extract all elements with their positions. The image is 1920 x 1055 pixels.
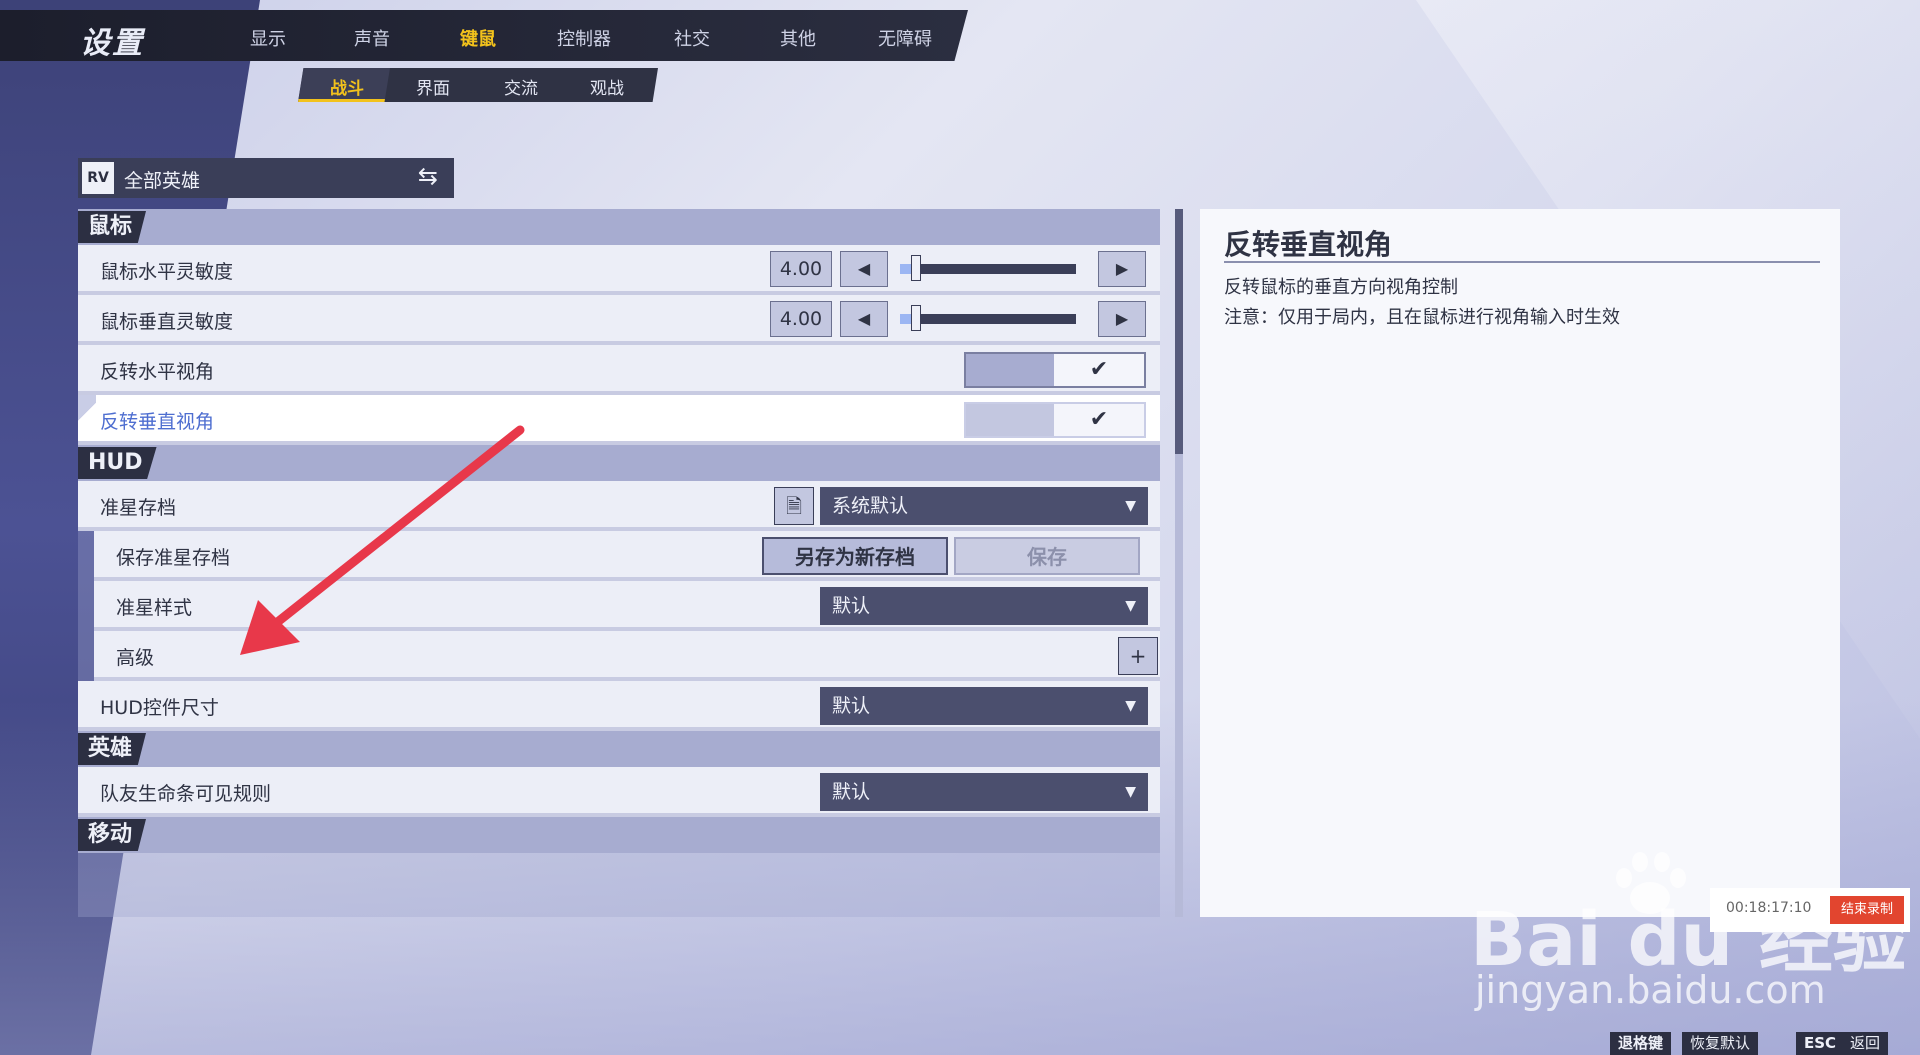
invert-vertical-toggle[interactable]: ✔ [964, 402, 1146, 438]
expand-plus-icon[interactable]: + [1118, 637, 1158, 675]
setting-label: HUD控件尺寸 [100, 697, 219, 719]
setting-row-advanced: 高级 + [94, 631, 1160, 681]
h-sensitivity-increase-button[interactable]: ▶ [1098, 251, 1146, 287]
v-sensitivity-slider[interactable] [900, 305, 1076, 331]
setting-row-mouse-v-sensitivity: 鼠标垂直灵敏度 4.00 ◀ ▶ [78, 295, 1160, 345]
dropdown-value: 默认 [832, 695, 871, 717]
setting-label: 鼠标水平灵敏度 [100, 261, 234, 283]
subtab-communication[interactable]: 交流 [504, 74, 538, 99]
back-button[interactable]: 返回 [1842, 1032, 1889, 1055]
setting-row-crosshair-profile: 准星存档 🗎 系统默认 ▼ [78, 481, 1160, 531]
setting-row-teammate-hp: 队友生命条可见规则 默认 ▼ [78, 767, 1160, 817]
crosshair-style-dropdown[interactable]: 默认 ▼ [820, 587, 1148, 625]
setting-row-invert-horizontal: 反转水平视角 ✔ [78, 345, 1160, 395]
setting-label: 保存准星存档 [116, 547, 231, 569]
key-hint-backspace: 退格键 [1610, 1032, 1672, 1055]
divider [1224, 261, 1820, 263]
tab-accessibility[interactable]: 无障碍 [878, 25, 932, 51]
subtab-spectate[interactable]: 观战 [590, 74, 624, 99]
v-sensitivity-increase-button[interactable]: ▶ [1098, 301, 1146, 337]
dropdown-value: 默认 [832, 595, 871, 617]
section-header-move: 移动 [78, 817, 1160, 853]
slider-fill [900, 264, 911, 274]
h-sensitivity-slider[interactable] [900, 255, 1076, 281]
tab-other[interactable]: 其他 [780, 25, 816, 51]
top-nav-bar: 设置 显示 声音 键鼠 控制器 社交 其他 无障碍 [0, 10, 968, 61]
chevron-down-icon: ▼ [1125, 498, 1136, 514]
settings-scrollbar[interactable] [1175, 209, 1183, 917]
swap-icon[interactable]: ⇆ [418, 162, 438, 190]
bottom-hint-bar: 退格键 恢复默认 ESC 返回 [1610, 1030, 1920, 1055]
section-title: 英雄 [78, 733, 147, 765]
save-as-new-button[interactable]: 另存为新存档 [762, 537, 948, 575]
tab-sound[interactable]: 声音 [354, 25, 390, 51]
slider-handle[interactable] [911, 305, 921, 331]
setting-label: 队友生命条可见规则 [100, 783, 272, 805]
chevron-down-icon: ▼ [1125, 598, 1136, 614]
subtab-interface[interactable]: 界面 [416, 74, 450, 99]
watermark-url: jingyan.baidu.com [1475, 968, 1826, 1012]
restore-default-button[interactable]: 恢复默认 [1682, 1032, 1759, 1055]
recording-time: 00:18:17:10 [1726, 900, 1812, 916]
h-sensitivity-value-input[interactable]: 4.00 [770, 251, 832, 287]
tab-display[interactable]: 显示 [250, 25, 286, 51]
description-text: 反转鼠标的垂直方向视角控制 [1224, 277, 1458, 298]
key-hint-esc: ESC [1796, 1032, 1845, 1055]
tab-controller[interactable]: 控制器 [557, 25, 611, 51]
chevron-down-icon: ▼ [1125, 784, 1136, 800]
setting-row-hud-size: HUD控件尺寸 默认 ▼ [78, 681, 1160, 731]
stop-recording-button[interactable]: 结束录制 [1830, 896, 1904, 924]
crosshair-profile-dropdown[interactable]: 系统默认 ▼ [820, 487, 1148, 525]
setting-label: 反转水平视角 [100, 361, 215, 383]
tab-social[interactable]: 社交 [674, 25, 710, 51]
setting-label: 准星存档 [100, 497, 177, 519]
section-title: HUD [78, 447, 157, 479]
invert-horizontal-toggle[interactable]: ✔ [964, 352, 1146, 388]
game-logo-icon: RV [82, 162, 114, 194]
hud-size-dropdown[interactable]: 默认 ▼ [820, 687, 1148, 725]
dropdown-value: 默认 [832, 781, 871, 803]
hero-selector-label: 全部英雄 [124, 170, 201, 192]
h-sensitivity-decrease-button[interactable]: ◀ [840, 251, 888, 287]
check-icon: ✔ [1054, 354, 1144, 386]
slider-fill [900, 314, 911, 324]
setting-label: 鼠标垂直灵敏度 [100, 311, 234, 333]
setting-row-mouse-h-sensitivity: 鼠标水平灵敏度 4.00 ◀ ▶ [78, 245, 1160, 295]
setting-label: 反转垂直视角 [100, 411, 215, 433]
section-header-hud: HUD [78, 445, 1160, 481]
tab-keyboard-mouse[interactable]: 键鼠 [460, 25, 496, 51]
setting-row-crosshair-style: 准星样式 默认 ▼ [94, 581, 1160, 631]
setting-row-invert-vertical: 反转垂直视角 ✔ [78, 395, 1160, 445]
description-panel: 反转垂直视角 反转鼠标的垂直方向视角控制 注意：仅用于局内，且在鼠标进行视角输入… [1200, 209, 1840, 917]
setting-row-save-crosshair: 保存准星存档 另存为新存档 保存 [94, 531, 1160, 581]
file-load-icon[interactable]: 🗎 [774, 487, 814, 525]
setting-label: 高级 [116, 647, 155, 669]
sub-nav-bar: 战斗 界面 交流 观战 [298, 68, 658, 102]
scrollbar-thumb[interactable] [1175, 209, 1183, 454]
description-title: 反转垂直视角 [1224, 228, 1393, 261]
description-note: 注意：仅用于局内，且在鼠标进行视角输入时生效 [1224, 307, 1620, 328]
dropdown-value: 系统默认 [832, 495, 909, 517]
recording-widget: 00:18:17:10 结束录制 [1710, 888, 1910, 932]
save-button[interactable]: 保存 [954, 537, 1140, 575]
subtab-combat[interactable]: 战斗 [330, 74, 364, 99]
row-selected-marker [78, 395, 96, 441]
section-title: 鼠标 [78, 211, 147, 243]
teammate-hp-dropdown[interactable]: 默认 ▼ [820, 773, 1148, 811]
check-icon: ✔ [1054, 404, 1144, 436]
v-sensitivity-decrease-button[interactable]: ◀ [840, 301, 888, 337]
slider-handle[interactable] [911, 255, 921, 281]
v-sensitivity-value-input[interactable]: 4.00 [770, 301, 832, 337]
section-title: 移动 [78, 819, 147, 851]
settings-list: 鼠标 鼠标水平灵敏度 4.00 ◀ ▶ 鼠标垂直灵敏度 4.00 ◀ ▶ 反转水… [78, 209, 1160, 917]
hero-selector[interactable]: RV 全部英雄 ⇆ [78, 158, 454, 198]
section-header-hero: 英雄 [78, 731, 1160, 767]
chevron-down-icon: ▼ [1125, 698, 1136, 714]
page-title: 设置 [80, 26, 144, 61]
setting-label: 准星样式 [116, 597, 193, 619]
section-header-mouse: 鼠标 [78, 209, 1160, 245]
